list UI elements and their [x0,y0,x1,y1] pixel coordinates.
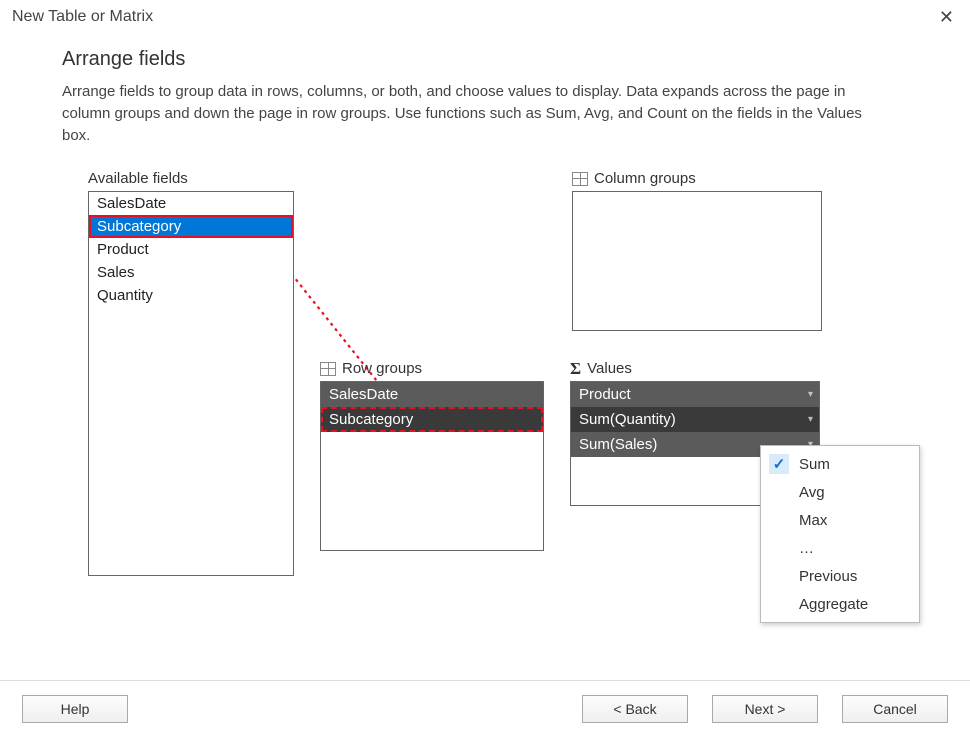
page-description: Arrange fields to group data in rows, co… [62,81,892,146]
available-fields-list[interactable]: SalesDate Subcategory Product Sales Quan… [88,191,294,576]
check-icon [769,538,789,558]
aggregate-menu-label: Max [799,512,827,529]
field-salesdate[interactable]: SalesDate [89,192,293,215]
row-groups-list[interactable]: SalesDate Subcategory [320,381,544,551]
check-icon [769,594,789,614]
row-group-label: Subcategory [329,411,413,428]
row-group-subcategory[interactable]: Subcategory [321,407,543,432]
sigma-icon: Σ [570,360,581,377]
aggregate-menu-sum[interactable]: ✓ Sum [761,450,919,478]
field-product[interactable]: Product [89,238,293,261]
aggregate-menu-aggregate[interactable]: Aggregate [761,590,919,618]
row-groups-label: Row groups [342,360,422,377]
value-sum-quantity[interactable]: Sum(Quantity) ▾ [571,407,819,432]
value-product[interactable]: Product ▾ [571,382,819,407]
check-icon [769,482,789,502]
available-fields-label: Available fields [88,170,294,187]
check-icon [769,566,789,586]
check-icon: ✓ [769,454,789,474]
page-heading: Arrange fields [62,48,920,71]
table-icon [572,172,588,186]
cancel-button[interactable]: Cancel [842,695,948,723]
help-button[interactable]: Help [22,695,128,723]
table-icon [320,362,336,376]
aggregate-menu[interactable]: ✓ Sum Avg Max … Previous Aggregate [760,445,920,623]
dropdown-icon[interactable]: ▾ [808,389,813,400]
dropdown-icon[interactable]: ▾ [808,414,813,425]
field-sales[interactable]: Sales [89,261,293,284]
aggregate-menu-label: Previous [799,568,857,585]
aggregate-menu-label: … [799,540,814,557]
close-icon[interactable]: ✕ [933,6,960,28]
aggregate-menu-more[interactable]: … [761,534,919,562]
aggregate-menu-previous[interactable]: Previous [761,562,919,590]
aggregate-menu-avg[interactable]: Avg [761,478,919,506]
column-groups-list[interactable] [572,191,822,331]
row-group-label: SalesDate [329,386,398,403]
value-label: Sum(Sales) [579,436,657,453]
values-label: Values [587,360,632,377]
aggregate-menu-label: Aggregate [799,596,868,613]
aggregate-menu-label: Sum [799,456,830,473]
field-subcategory[interactable]: Subcategory [89,215,293,238]
column-groups-label: Column groups [594,170,696,187]
window-title: New Table or Matrix [12,8,153,26]
aggregate-menu-label: Avg [799,484,825,501]
check-icon [769,510,789,530]
row-group-salesdate[interactable]: SalesDate [321,382,543,407]
next-button[interactable]: Next > [712,695,818,723]
aggregate-menu-max[interactable]: Max [761,506,919,534]
value-label: Sum(Quantity) [579,411,676,428]
back-button[interactable]: < Back [582,695,688,723]
value-label: Product [579,386,631,403]
field-quantity[interactable]: Quantity [89,284,293,307]
